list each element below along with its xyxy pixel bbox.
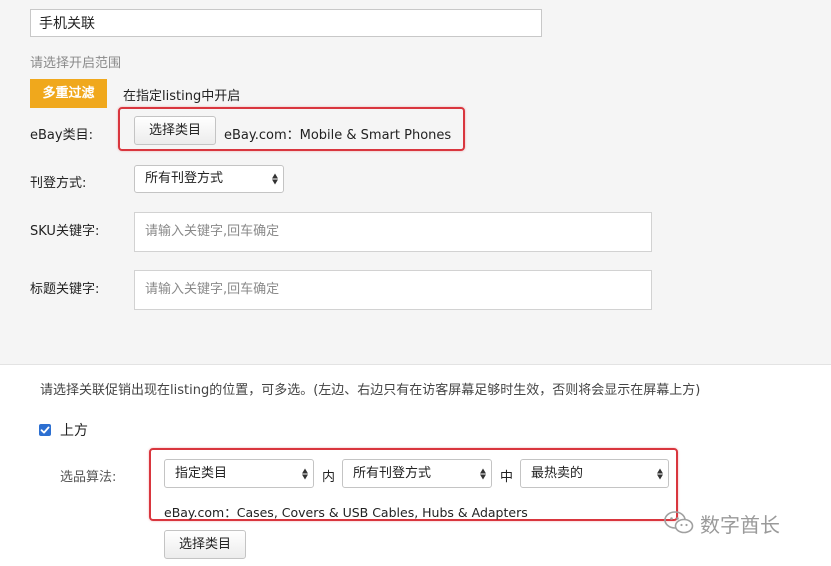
listing-method-selected: 所有刊登方式 <box>145 171 224 186</box>
algorithm-select-sort-value: 最热卖的 <box>531 466 584 481</box>
sku-keyword-placeholder: 请输入关键字,回车确定 <box>145 224 280 239</box>
top-checkbox[interactable] <box>39 424 51 436</box>
select-arrows-icon <box>302 468 308 479</box>
ebay-category-label: eBay类目: <box>30 128 93 143</box>
watermark: 数字酋长 <box>664 506 814 540</box>
algorithm-select-category-value: 指定类目 <box>175 466 228 481</box>
listing-method-select[interactable]: 所有刊登方式 <box>134 165 284 193</box>
ebay-category-value: eBay.com：Mobile & Smart Phones <box>224 128 452 143</box>
algorithm-select-category-button[interactable]: 选择类目 <box>164 530 246 559</box>
title-keyword-input[interactable]: 请输入关键字,回车确定 <box>134 270 652 310</box>
listing-method-label: 刊登方式: <box>30 176 87 191</box>
algorithm-select-category[interactable]: 指定类目 <box>164 459 314 488</box>
algorithm-category-value: eBay.com：Cases, Covers & USB Cables, Hub… <box>164 505 528 520</box>
range-title: 请选择开启范围 <box>30 56 122 71</box>
sku-keyword-label: SKU关键字: <box>30 224 100 239</box>
middle-text: 中 <box>500 470 514 485</box>
algorithm-label: 选品算法: <box>60 470 117 485</box>
section-divider <box>0 364 831 365</box>
select-category-button[interactable]: 选择类目 <box>134 116 216 145</box>
select-arrows-icon <box>480 468 486 479</box>
algorithm-select-method-value: 所有刊登方式 <box>353 466 432 481</box>
title-keyword-label: 标题关键字: <box>30 282 100 297</box>
algorithm-select-sort[interactable]: 最热卖的 <box>520 459 669 488</box>
select-arrows-icon <box>272 173 278 185</box>
multi-filter-button[interactable]: 多重过滤 <box>30 79 107 108</box>
title-keyword-placeholder: 请输入关键字,回车确定 <box>145 282 280 297</box>
in-text: 内 <box>322 470 336 485</box>
sku-keyword-input[interactable]: 请输入关键字,回车确定 <box>134 212 652 252</box>
name-input[interactable] <box>30 9 542 37</box>
position-instruction: 请选择关联促销出现在listing的位置，可多选。(左边、右边只有在访客屏幕足够… <box>40 383 701 398</box>
wechat-icon <box>664 511 694 534</box>
listing-scope-text: 在指定listing中开启 <box>123 89 241 104</box>
watermark-text: 数字酋长 <box>700 512 780 537</box>
algorithm-select-method[interactable]: 所有刊登方式 <box>342 459 492 488</box>
select-arrows-icon <box>657 468 663 479</box>
top-checkbox-label: 上方 <box>60 423 88 439</box>
checkmark-icon <box>40 426 50 434</box>
